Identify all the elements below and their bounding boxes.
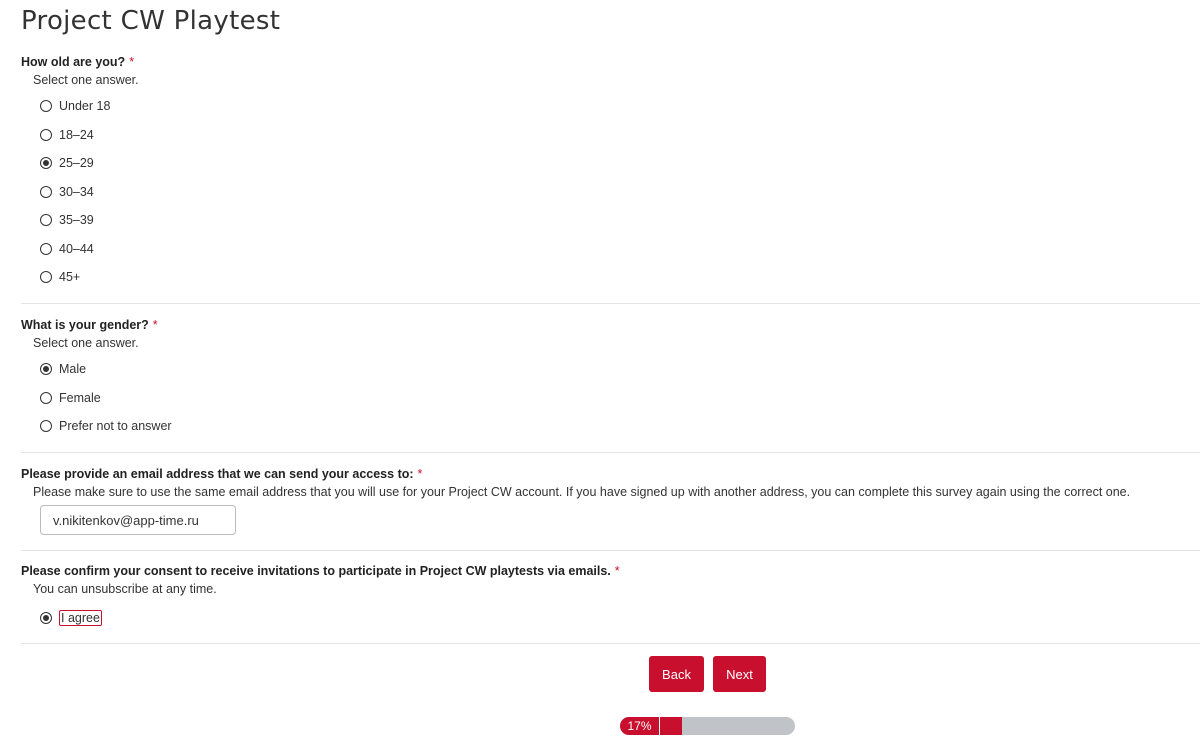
radio-icon[interactable] bbox=[40, 242, 52, 255]
option-label: 25–29 bbox=[59, 156, 94, 170]
progress-bar: 17% bbox=[620, 717, 795, 735]
question-age: How old are you? * Select one answer. Und… bbox=[21, 55, 1200, 284]
question-label: What is your gender? bbox=[21, 318, 149, 332]
radio-icon[interactable] bbox=[40, 391, 52, 404]
question-hint: Select one answer. bbox=[33, 73, 139, 87]
option-label: 40–44 bbox=[59, 241, 94, 256]
question-label: Please confirm your consent to receive i… bbox=[21, 564, 611, 578]
radio-option[interactable]: 18–24 bbox=[40, 128, 94, 142]
radio-selected-icon[interactable] bbox=[40, 363, 52, 375]
radio-selected-icon[interactable] bbox=[40, 612, 52, 624]
page-title: Project CW Playtest bbox=[21, 6, 281, 36]
radio-option[interactable]: Under 18 bbox=[40, 99, 110, 113]
radio-option[interactable]: 25–29 bbox=[40, 156, 94, 170]
option-label: Prefer not to answer bbox=[59, 419, 172, 433]
radio-option[interactable]: Prefer not to answer bbox=[40, 419, 172, 433]
question-email: Please provide an email address that we … bbox=[21, 467, 1200, 535]
next-button[interactable]: Next bbox=[713, 656, 766, 692]
radio-option-agree[interactable]: I agree bbox=[40, 610, 102, 626]
required-mark: * bbox=[417, 467, 423, 481]
option-label: 35–39 bbox=[59, 213, 94, 227]
option-label: Under 18 bbox=[59, 99, 111, 113]
option-label: 45+ bbox=[59, 270, 81, 284]
divider bbox=[21, 643, 1200, 644]
email-input[interactable] bbox=[40, 505, 236, 535]
divider bbox=[21, 303, 1200, 304]
question-label: How old are you? bbox=[21, 55, 126, 69]
question-label: Please provide an email address that we … bbox=[21, 467, 414, 481]
radio-option[interactable]: Male bbox=[40, 362, 86, 376]
option-label: Male bbox=[59, 362, 87, 376]
question-hint: You can unsubscribe at any time. bbox=[33, 582, 217, 596]
question-hint: Select one answer. bbox=[33, 336, 139, 350]
radio-icon[interactable] bbox=[40, 420, 52, 432]
radio-option[interactable]: Female bbox=[40, 391, 101, 405]
progress-label: 17% bbox=[620, 717, 660, 735]
radio-icon[interactable] bbox=[40, 185, 52, 198]
question-gender: What is your gender? * Select one answer.… bbox=[21, 318, 1200, 433]
option-label: Female bbox=[59, 390, 101, 405]
option-label: 18–24 bbox=[59, 127, 94, 142]
divider bbox=[21, 550, 1200, 551]
radio-icon[interactable] bbox=[40, 128, 52, 141]
radio-option[interactable]: 30–34 bbox=[40, 185, 94, 199]
question-consent: Please confirm your consent to receive i… bbox=[21, 564, 1200, 626]
required-mark: * bbox=[152, 318, 158, 332]
radio-icon[interactable] bbox=[40, 271, 52, 283]
radio-option[interactable]: 35–39 bbox=[40, 213, 94, 227]
radio-option[interactable]: 40–44 bbox=[40, 242, 94, 256]
divider bbox=[21, 452, 1200, 453]
required-mark: * bbox=[614, 564, 620, 578]
radio-icon[interactable] bbox=[40, 100, 52, 112]
back-button[interactable]: Back bbox=[649, 656, 704, 692]
option-label: 30–34 bbox=[59, 184, 94, 199]
radio-icon[interactable] bbox=[40, 214, 52, 226]
radio-selected-icon[interactable] bbox=[40, 157, 52, 169]
question-hint: Please make sure to use the same email a… bbox=[33, 485, 1131, 499]
radio-option[interactable]: 45+ bbox=[40, 270, 80, 284]
option-label: I agree bbox=[59, 610, 102, 626]
required-mark: * bbox=[129, 55, 135, 69]
